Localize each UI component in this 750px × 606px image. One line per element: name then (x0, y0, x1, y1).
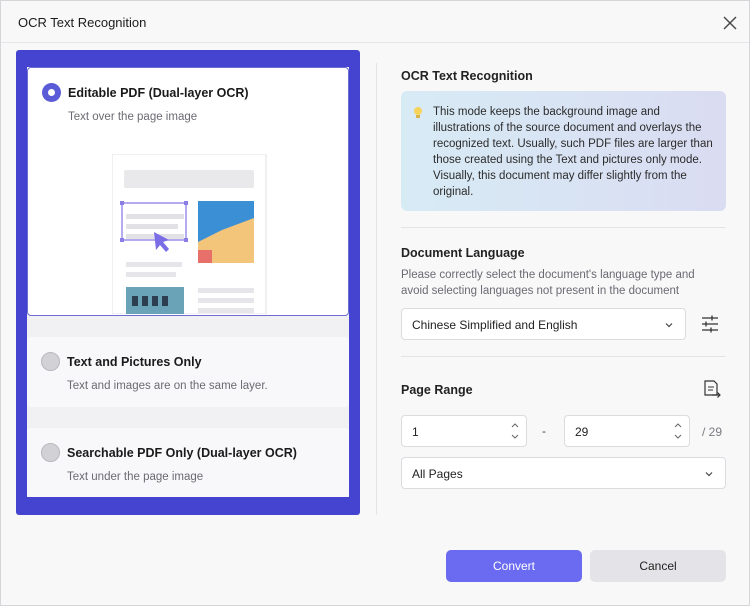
range-separator: - (542, 424, 546, 438)
section-title-page-range: Page Range (401, 383, 473, 397)
title-bar: OCR Text Recognition (1, 1, 749, 43)
chevron-down-icon (705, 472, 713, 477)
radio-button[interactable] (41, 443, 60, 462)
mode-option-editable-pdf[interactable]: Editable PDF (Dual-layer OCR) Text over … (27, 67, 349, 316)
page-to-value: 29 (575, 425, 589, 439)
mode-info-box: This mode keeps the background image and… (401, 91, 726, 211)
chevron-down-icon (665, 323, 673, 328)
cancel-button[interactable]: Cancel (590, 550, 726, 582)
page-total: / 29 (702, 425, 723, 439)
language-select[interactable]: Chinese Simplified and English (401, 308, 686, 340)
mode-title: Text and Pictures Only (67, 355, 202, 369)
mode-info-text: This mode keeps the background image and… (433, 106, 713, 198)
panel-divider (376, 63, 377, 515)
lightbulb-icon (414, 107, 422, 118)
mode-title: Editable PDF (Dual-layer OCR) (68, 86, 249, 100)
language-select-value: Chinese Simplified and English (412, 318, 578, 332)
settings-sliders-icon[interactable] (699, 313, 721, 335)
mode-option-text-and-pictures[interactable]: Text and Pictures Only Text and images a… (27, 337, 349, 407)
spin-arrows-icon[interactable] (673, 420, 683, 442)
page-range-icon[interactable] (700, 378, 722, 400)
ocr-dialog: OCR Text Recognition Editable PDF (Dual-… (0, 0, 750, 606)
page-from-value: 1 (412, 425, 419, 439)
mode-subtitle: Text over the page image (68, 111, 198, 123)
dialog-title: OCR Text Recognition (18, 15, 147, 30)
section-title-language: Document Language (401, 246, 525, 260)
close-icon[interactable] (719, 12, 741, 34)
radio-button[interactable] (41, 352, 60, 371)
page-scope-select[interactable]: All Pages (401, 457, 726, 489)
page-to-input[interactable]: 29 (564, 415, 690, 447)
page-from-input[interactable]: 1 (401, 415, 527, 447)
radio-button-selected[interactable] (42, 83, 61, 102)
section-divider (401, 356, 726, 357)
mode-list: Editable PDF (Dual-layer OCR) Text over … (27, 67, 349, 497)
section-title-ocr: OCR Text Recognition (401, 69, 533, 83)
page-scope-value: All Pages (412, 467, 463, 481)
language-description: Please correctly select the document's l… (401, 269, 695, 297)
convert-button[interactable]: Convert (446, 550, 582, 582)
mode-selection-panel: Editable PDF (Dual-layer OCR) Text over … (16, 50, 360, 515)
mode-title: Searchable PDF Only (Dual-layer OCR) (67, 446, 297, 460)
mode-subtitle: Text under the page image (67, 471, 204, 483)
spin-arrows-icon[interactable] (510, 420, 520, 442)
section-divider (401, 227, 726, 228)
editable-pdf-illustration (112, 154, 267, 314)
mode-subtitle: Text and images are on the same layer. (67, 380, 268, 392)
mode-option-searchable-pdf[interactable]: Searchable PDF Only (Dual-layer OCR) Tex… (27, 428, 349, 497)
